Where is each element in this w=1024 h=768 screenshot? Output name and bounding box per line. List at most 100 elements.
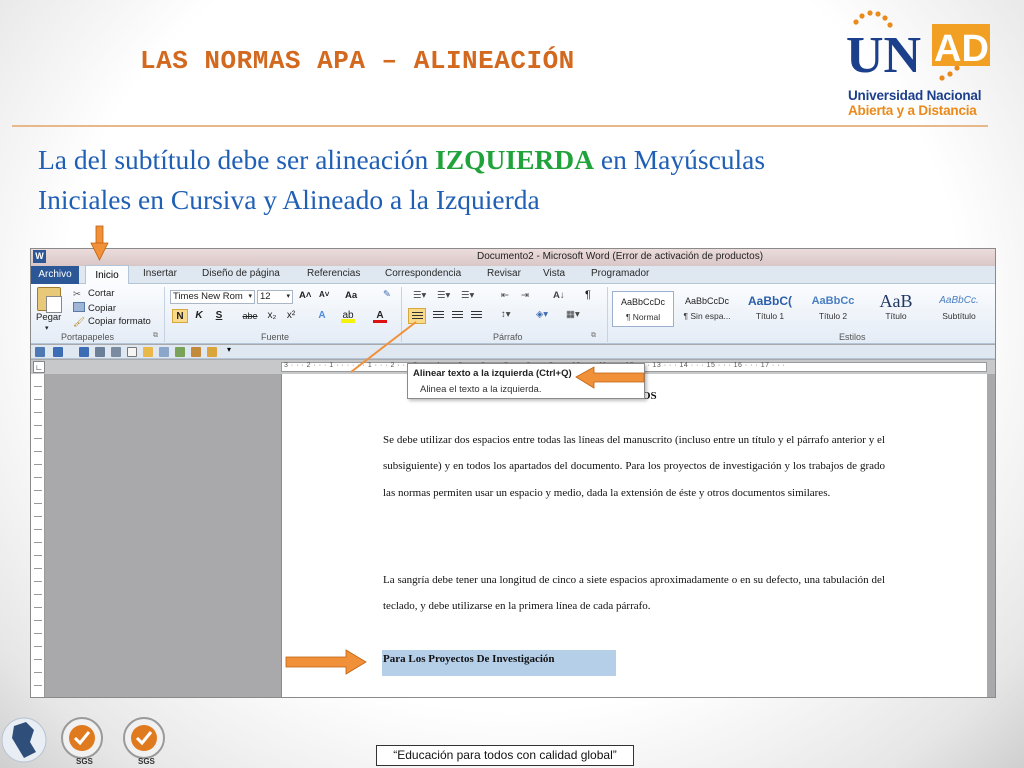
shading-icon[interactable]: ◈▾ xyxy=(536,309,548,320)
group-separator xyxy=(401,287,402,342)
tab-revisar[interactable]: Revisar xyxy=(487,268,521,279)
format-painter-button[interactable]: 🖌 Copiar formato xyxy=(73,316,151,328)
sgs-label: SGS xyxy=(76,757,94,766)
italic-button[interactable]: K xyxy=(193,309,205,323)
brush-icon: 🖌 xyxy=(73,317,86,328)
doc-subheading-selected: Para Los Proyectos De Investigación xyxy=(382,650,616,676)
colombia-map-icon xyxy=(1,717,47,763)
quick-access-toolbar: ▾ xyxy=(31,345,995,359)
clear-format-icon[interactable]: ✎ xyxy=(383,289,391,300)
cut-button[interactable]: ✂ Cortar xyxy=(73,288,114,300)
quality-badge-icon: SGS xyxy=(61,717,103,766)
style-subtitulo[interactable]: AaBbCc. Subtítulo xyxy=(928,291,990,327)
tab-selector-icon[interactable]: ∟ xyxy=(33,361,45,373)
group-label-portapapeles: Portapapeles xyxy=(61,332,115,342)
redo-icon[interactable] xyxy=(79,347,89,357)
spelling-icon[interactable] xyxy=(175,347,185,357)
style-titulo-2[interactable]: AaBbCc Título 2 xyxy=(802,291,864,327)
word-app-icon[interactable]: W xyxy=(33,250,46,263)
insert-picture-icon[interactable] xyxy=(207,347,217,357)
group-label-parrafo: Párrafo xyxy=(493,332,523,342)
footer-quote: “Educación para todos con calidad global… xyxy=(376,745,634,766)
bullets-icon[interactable]: ☰▾ xyxy=(413,290,426,301)
new-document-icon[interactable] xyxy=(127,347,137,357)
superscript-button[interactable]: x² xyxy=(284,309,298,323)
chevron-down-icon: ▾ xyxy=(286,293,290,300)
style-preview: AaBbCcDc xyxy=(620,297,665,307)
subscript-button[interactable]: x₂ xyxy=(265,309,279,323)
vertical-ruler-ticks xyxy=(34,374,42,697)
underline-button[interactable]: S xyxy=(213,309,225,323)
print-preview-icon[interactable] xyxy=(111,347,121,357)
tab-programador[interactable]: Programador xyxy=(591,268,649,279)
numbering-icon[interactable]: ☰▾ xyxy=(437,290,450,301)
vertical-ruler[interactable] xyxy=(31,374,45,697)
multilevel-list-icon[interactable]: ☰▾ xyxy=(461,290,474,301)
tab-archivo[interactable]: Archivo xyxy=(31,266,79,284)
tab-correspondencia[interactable]: Correspondencia xyxy=(385,268,461,279)
bold-button[interactable]: N xyxy=(172,309,188,323)
tab-insertar[interactable]: Insertar xyxy=(143,268,177,279)
style-titulo-1[interactable]: AaBbC(Título 1 xyxy=(739,291,801,327)
undo-icon[interactable] xyxy=(53,347,63,357)
window-title: Documento2 - Microsoft Word (Error de ac… xyxy=(477,251,764,262)
doc-paragraph-1: Se debe utilizar dos espacios entre toda… xyxy=(383,434,885,499)
logo-line2: Abierta y a Distancia xyxy=(848,103,977,118)
doc-paragraph-2: La sangría debe tener una longitud de ci… xyxy=(383,574,885,613)
line-spacing-icon[interactable]: ↕▾ xyxy=(501,309,511,320)
increase-indent-icon[interactable]: ⇥ xyxy=(521,290,529,301)
draw-table-icon[interactable] xyxy=(191,347,201,357)
ribbon-tabs: Archivo Inicio Insertar Diseño de página… xyxy=(31,265,995,285)
group-label-estilos: Estilos xyxy=(839,332,866,342)
style-name: Título 1 xyxy=(755,311,785,321)
customize-qat-icon[interactable]: ▾ xyxy=(227,345,231,354)
tab-referencias[interactable]: Referencias xyxy=(307,268,360,279)
highlight-icon[interactable]: ab xyxy=(341,309,355,323)
style-normal[interactable]: AaBbCcDc ¶ Normal xyxy=(612,291,674,327)
group-separator xyxy=(607,287,608,342)
sort-button[interactable]: A↓ xyxy=(553,290,565,301)
save-icon[interactable] xyxy=(35,347,45,357)
email-icon[interactable] xyxy=(159,347,169,357)
align-center-icon[interactable] xyxy=(433,311,444,320)
tab-inicio[interactable]: Inicio xyxy=(85,265,129,285)
style-name: Título xyxy=(885,311,907,321)
align-left-button[interactable] xyxy=(408,308,426,324)
clipboard-launcher-icon[interactable]: ⧉ xyxy=(153,332,158,340)
font-color-icon[interactable]: A xyxy=(373,309,387,323)
quality-badge-icon: SGS xyxy=(123,717,165,766)
open-folder-icon[interactable] xyxy=(143,347,153,357)
borders-icon[interactable]: ▦▾ xyxy=(566,309,580,320)
tab-vista[interactable]: Vista xyxy=(543,268,565,279)
align-right-icon[interactable] xyxy=(452,311,463,320)
paste-button[interactable]: Pegar xyxy=(36,312,61,323)
strikethrough-button[interactable]: abe xyxy=(241,309,259,323)
grow-font-button[interactable]: A˄ xyxy=(299,290,311,301)
ribbon: Pegar ▾ ✂ Cortar Copiar 🖌 Copiar formato P… xyxy=(31,284,995,344)
text-effects-icon[interactable]: A xyxy=(315,309,329,323)
style-titulo[interactable]: AaB Título xyxy=(865,291,927,327)
badge-row: SGS SGS xyxy=(1,717,165,766)
paragraph-launcher-icon[interactable]: ⧉ xyxy=(591,332,596,340)
paste-dropdown-icon[interactable]: ▾ xyxy=(45,324,49,332)
paste-icon[interactable] xyxy=(37,287,62,313)
align-left-tooltip: Alinear texto a la izquierda (Ctrl+Q) Al… xyxy=(407,363,645,399)
style-sin-espaciado[interactable]: AaBbCcDc ¶ Sin espa... xyxy=(676,291,738,327)
style-name: Título 2 xyxy=(818,311,848,321)
justify-icon[interactable] xyxy=(471,311,482,320)
font-size-select[interactable]: 12 ▾ xyxy=(257,290,293,304)
word-window: W Documento2 - Microsoft Word (Error de … xyxy=(30,248,996,698)
group-label-fuente: Fuente xyxy=(261,332,290,342)
decrease-indent-icon[interactable]: ⇤ xyxy=(501,290,509,301)
intro-emphasis: IZQUIERDA xyxy=(435,144,595,175)
document-page[interactable]: TRABAJOS Se debe utilizar dos espacios e… xyxy=(281,374,987,697)
change-case-button[interactable]: Aa xyxy=(345,290,357,301)
shrink-font-button[interactable]: A˅ xyxy=(319,290,329,299)
copy-button[interactable]: Copiar xyxy=(73,302,116,314)
style-preview: AaBbCcDc xyxy=(684,296,729,306)
font-family-select[interactable]: Times New Rom ▾ xyxy=(170,290,255,304)
tab-diseno-pagina[interactable]: Diseño de página xyxy=(202,268,280,279)
print-icon[interactable] xyxy=(95,347,105,357)
align-left-icon xyxy=(412,312,423,321)
show-marks-button[interactable]: ¶ xyxy=(585,289,591,301)
